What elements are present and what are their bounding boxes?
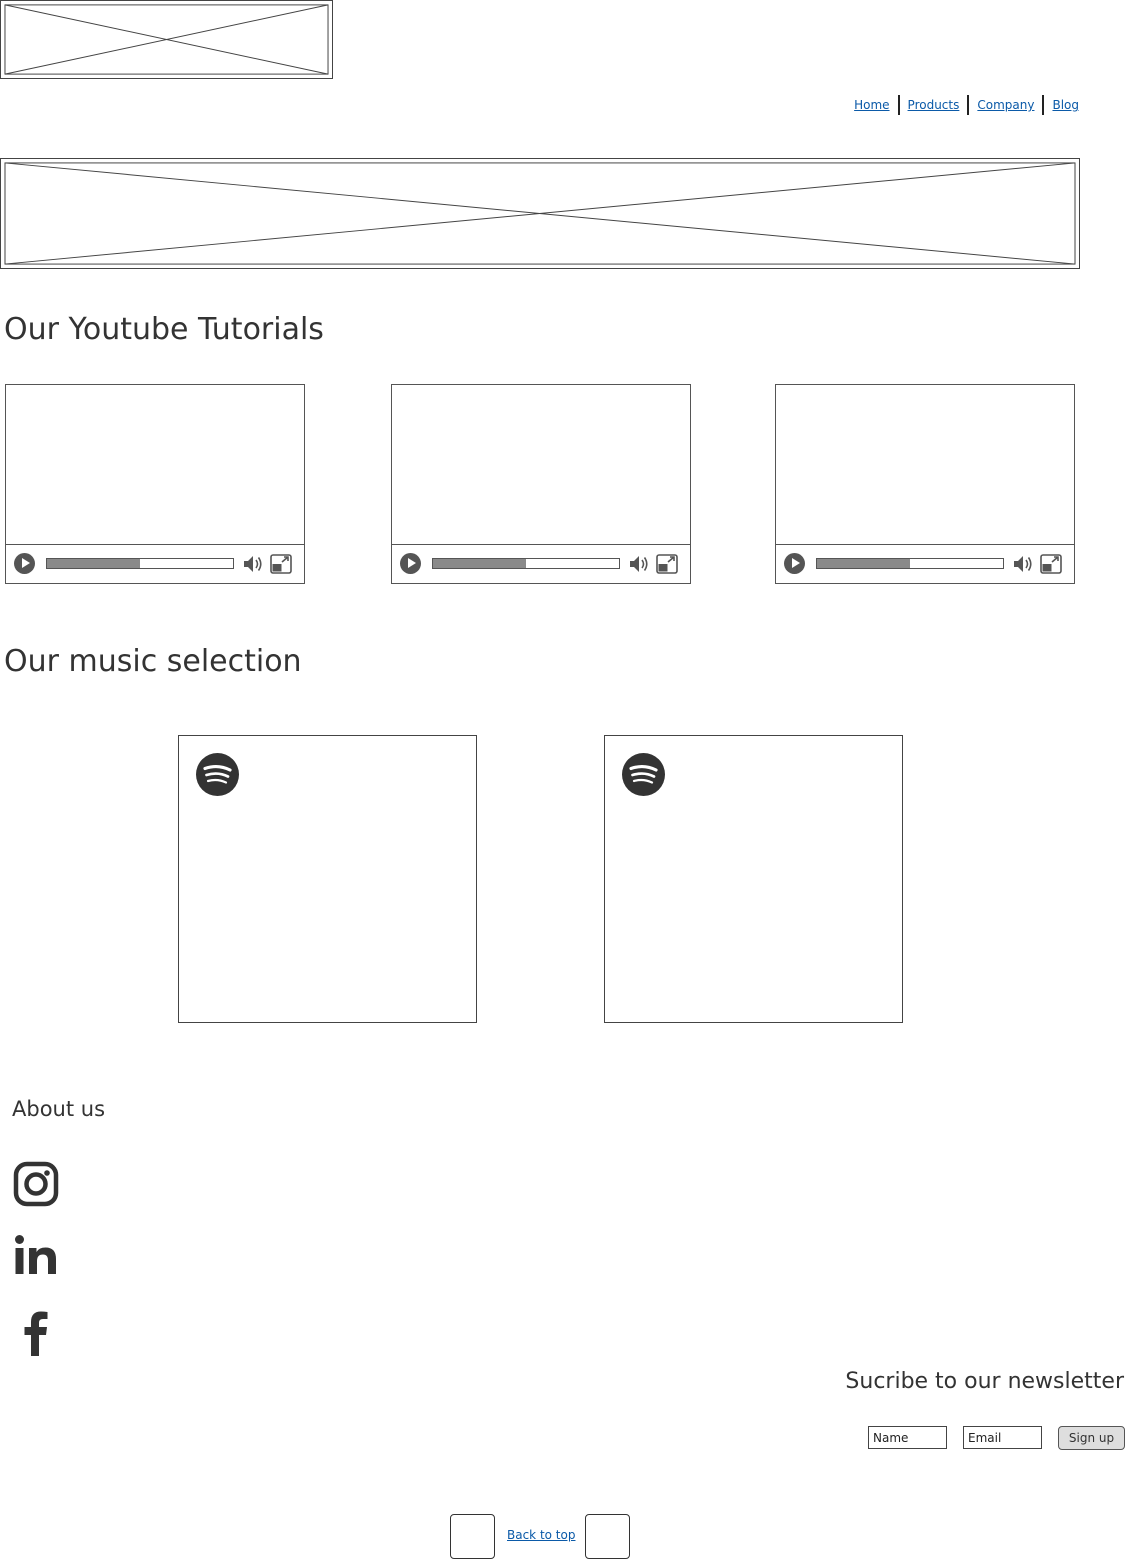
image-placeholder-icon [4,4,329,75]
video-player[interactable] [775,384,1075,584]
fullscreen-icon[interactable] [1040,554,1062,574]
video-player[interactable] [5,384,305,584]
fullscreen-icon[interactable] [656,554,678,574]
hero-banner-image [0,158,1080,269]
image-placeholder-icon [4,162,1076,265]
video-controls [776,544,1074,583]
video-controls [392,544,690,583]
tutorials-heading: Our Youtube Tutorials [4,312,324,347]
video-progress-bar[interactable] [432,558,620,569]
newsletter-heading: Sucribe to our newsletter [845,1369,1124,1394]
name-field[interactable] [868,1426,947,1449]
back-to-top-link[interactable]: Back to top [507,1528,575,1542]
play-icon[interactable] [784,553,805,574]
volume-icon[interactable] [1012,554,1034,574]
spotify-icon [196,753,239,796]
video-progress-fill [47,559,140,568]
footer-left-button[interactable] [450,1514,495,1559]
video-player[interactable] [391,384,691,584]
nav-link-home[interactable]: Home [846,95,897,115]
video-progress-bar[interactable] [816,558,1004,569]
nav-link-blog[interactable]: Blog [1044,95,1079,115]
nav-link-products[interactable]: Products [900,95,968,115]
instagram-icon[interactable] [12,1160,60,1208]
video-progress-bar[interactable] [46,558,234,569]
play-icon[interactable] [14,553,35,574]
footer-right-button[interactable] [585,1514,630,1559]
facebook-icon[interactable] [12,1308,60,1356]
linkedin-icon[interactable] [12,1232,60,1280]
video-controls [6,544,304,583]
music-heading: Our music selection [4,644,302,679]
video-progress-fill [433,559,526,568]
nav-link-company[interactable]: Company [969,95,1042,115]
video-progress-fill [817,559,910,568]
main-nav: Home Products Company Blog [846,95,1079,115]
fullscreen-icon[interactable] [270,554,292,574]
about-heading: About us [12,1097,106,1121]
email-field[interactable] [963,1426,1042,1449]
spotify-player[interactable] [604,735,903,1023]
spotify-player[interactable] [178,735,477,1023]
volume-icon[interactable] [628,554,650,574]
logo-image[interactable] [0,0,333,79]
signup-button[interactable]: Sign up [1058,1426,1125,1450]
play-icon[interactable] [400,553,421,574]
spotify-icon [622,753,665,796]
volume-icon[interactable] [242,554,264,574]
